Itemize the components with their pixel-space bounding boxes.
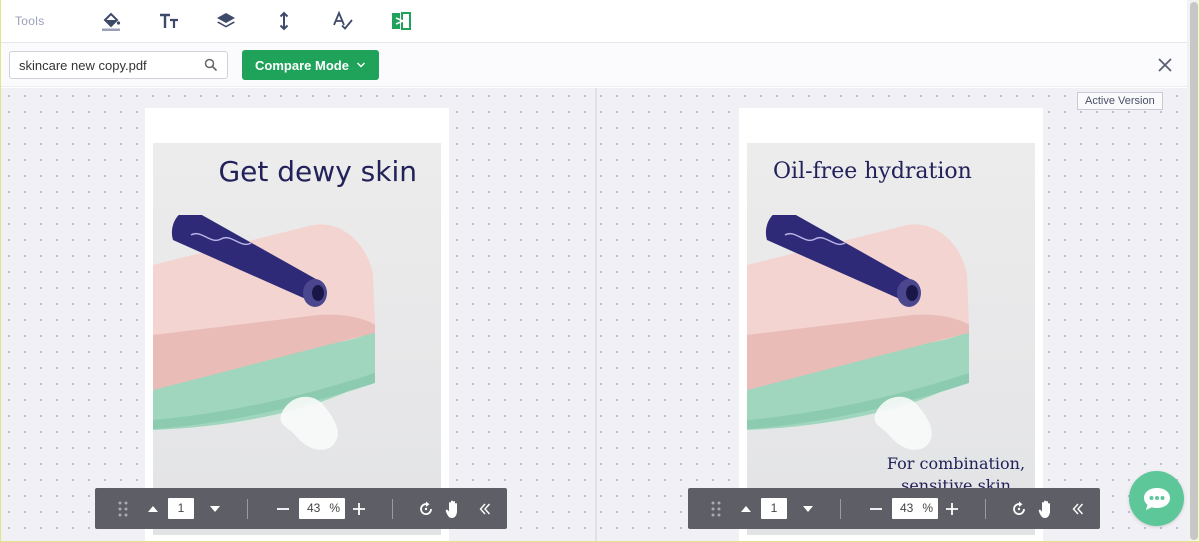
zoom-percent-sign: % bbox=[329, 501, 340, 515]
close-icon[interactable] bbox=[1157, 57, 1173, 73]
page-up-icon[interactable] bbox=[143, 488, 163, 529]
split-divider[interactable] bbox=[595, 88, 597, 541]
separator bbox=[985, 499, 986, 519]
drag-handle-icon[interactable] bbox=[113, 488, 133, 529]
vertical-scrollbar[interactable] bbox=[1187, 0, 1199, 541]
drag-handle-icon[interactable] bbox=[706, 488, 726, 529]
hand-pan-icon[interactable] bbox=[1036, 488, 1058, 529]
zoom-out-icon[interactable] bbox=[273, 488, 293, 529]
page-number-input[interactable]: 1 bbox=[168, 498, 194, 519]
search-icon[interactable] bbox=[204, 58, 218, 72]
zoom-value: 43 bbox=[900, 501, 914, 515]
tools-toolbar: Tools bbox=[1, 0, 1187, 43]
search-input[interactable] bbox=[19, 56, 199, 74]
right-page-controls: 1 43 % bbox=[688, 488, 1100, 529]
rotate-icon[interactable] bbox=[415, 488, 437, 529]
rotate-icon[interactable] bbox=[1008, 488, 1030, 529]
left-headline: Get dewy skin bbox=[218, 155, 417, 188]
tools-label: Tools bbox=[15, 14, 45, 28]
right-headline: Oil-free hydration bbox=[773, 159, 972, 184]
chevron-down-icon bbox=[356, 62, 365, 68]
product-image bbox=[153, 215, 375, 450]
text-size-icon[interactable] bbox=[156, 8, 182, 34]
zoom-percent-sign: % bbox=[922, 501, 933, 515]
page-down-icon[interactable] bbox=[205, 488, 225, 529]
collapse-icon[interactable] bbox=[475, 488, 495, 529]
compare-mode-label: Compare Mode bbox=[255, 57, 349, 73]
zoom-in-icon[interactable] bbox=[349, 488, 369, 529]
zoom-level-input[interactable]: 43 % bbox=[892, 498, 938, 519]
left-page-controls: 1 43 % bbox=[95, 488, 507, 529]
vertical-spacing-icon[interactable] bbox=[271, 8, 297, 34]
zoom-in-icon[interactable] bbox=[942, 488, 962, 529]
zoom-out-icon[interactable] bbox=[866, 488, 886, 529]
chat-icon bbox=[1143, 487, 1170, 510]
left-document-page[interactable]: Get dewy skin bbox=[145, 108, 449, 541]
separator bbox=[840, 499, 841, 519]
page-number-input[interactable]: 1 bbox=[761, 498, 787, 519]
page-up-icon[interactable] bbox=[736, 488, 756, 529]
separator bbox=[247, 499, 248, 519]
paint-bucket-icon[interactable] bbox=[98, 8, 124, 34]
app-window: Tools skincare new copy.pdf Compare Mode… bbox=[0, 0, 1200, 542]
right-document-page[interactable]: Oil-free hydration For combination, sens… bbox=[739, 108, 1043, 541]
separator bbox=[392, 499, 393, 519]
layers-icon[interactable] bbox=[213, 8, 239, 34]
chat-button[interactable] bbox=[1129, 471, 1184, 526]
hand-pan-icon[interactable] bbox=[443, 488, 465, 529]
product-image bbox=[747, 215, 969, 450]
collapse-icon[interactable] bbox=[1068, 488, 1088, 529]
scrollbar-thumb[interactable] bbox=[1190, 2, 1198, 540]
zoom-value: 43 bbox=[307, 501, 321, 515]
compare-icon[interactable] bbox=[388, 8, 414, 34]
document-bar: Compare Mode bbox=[1, 43, 1187, 87]
right-page-photo: Oil-free hydration For combination, sens… bbox=[747, 143, 1035, 535]
zoom-level-input[interactable]: 43 % bbox=[299, 498, 345, 519]
compare-mode-button[interactable]: Compare Mode bbox=[242, 50, 379, 80]
left-page-photo: Get dewy skin bbox=[153, 143, 441, 535]
document-search[interactable] bbox=[9, 51, 228, 79]
page-down-icon[interactable] bbox=[798, 488, 818, 529]
active-version-badge: Active Version bbox=[1077, 92, 1163, 110]
spell-check-icon[interactable] bbox=[330, 8, 356, 34]
